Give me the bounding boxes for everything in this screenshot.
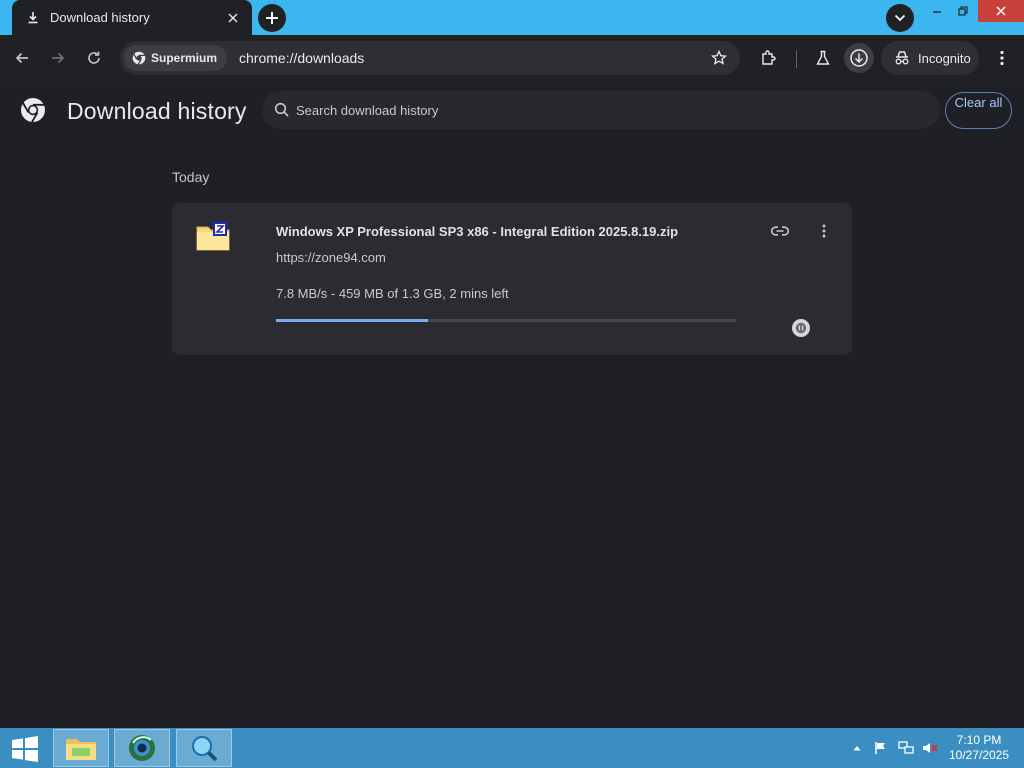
star-icon [711,50,727,65]
zip-file-icon [196,222,230,251]
clock-time: 7:10 PM [956,733,1002,747]
incognito-chip[interactable]: Incognito [881,41,979,75]
browser-toolbar: Supermium chrome://downloads Incognito [0,35,1024,81]
tab-title: Download history [50,10,150,25]
pause-icon [795,322,807,334]
download-control-button[interactable] [792,319,810,337]
folder-icon [66,739,96,760]
page-title: Download history [67,98,247,124]
search-icon [274,102,290,118]
download-file-name[interactable]: Windows XP Professional SP3 x86 - Integr… [276,224,678,239]
forward-button[interactable] [43,43,73,73]
tray-volume-muted[interactable] [920,738,940,758]
download-status: 7.8 MB/s - 459 MB of 1.3 GB, 2 mins left [276,286,509,301]
tray-action-center[interactable] [872,738,890,758]
extensions-button[interactable] [754,43,784,73]
browser-logo-icon [132,51,146,65]
close-icon [996,6,1006,16]
search-placeholder: Search download history [296,102,439,118]
site-chip-label: Supermium [151,51,218,65]
forward-arrow-icon [52,52,65,64]
reload-icon [88,51,100,64]
bookmark-star-button[interactable] [704,43,734,73]
download-more-button[interactable] [812,219,836,243]
download-circle-icon [850,49,868,67]
restore-icon [958,6,968,16]
site-info-chip[interactable]: Supermium [124,45,228,71]
speaker-muted-icon [923,743,938,753]
back-button[interactable] [7,43,37,73]
new-tab-button[interactable] [258,4,286,32]
title-bar: Download history [0,0,1024,35]
copy-link-button[interactable] [768,219,792,243]
download-progress-fill [276,319,428,322]
url-text[interactable]: chrome://downloads [239,50,704,66]
tab-close-button[interactable] [222,7,244,29]
clear-all-button[interactable]: Clear all [945,92,1012,129]
chevron-up-icon [853,746,861,751]
taskbar-file-explorer[interactable] [53,729,109,767]
address-bar[interactable]: Supermium chrome://downloads [120,41,740,75]
back-arrow-icon [15,52,28,64]
windows-start-icon[interactable] [10,736,40,762]
reload-button[interactable] [79,43,109,73]
incognito-label: Incognito [918,50,971,66]
tray-overflow-button[interactable] [850,738,864,758]
labs-button[interactable] [808,43,838,73]
taskbar-search-app[interactable] [176,729,232,767]
magnifier-icon [192,736,218,762]
flag-icon [875,742,885,754]
menu-button[interactable] [987,43,1017,73]
toolbar-divider [796,50,797,68]
tray-network[interactable] [896,738,916,758]
chrome-logo-icon [21,98,45,123]
kebab-menu-icon [1000,50,1004,66]
taskbar-browser[interactable] [114,729,170,767]
browser-globe-icon [129,735,155,761]
downloads-button[interactable] [844,43,874,73]
plus-icon [266,12,278,24]
date-section-label: Today [172,169,210,185]
search-input[interactable]: Search download history [262,91,940,129]
kebab-menu-icon [822,224,826,238]
tab-search-button[interactable] [886,4,914,32]
restore-button[interactable] [950,0,976,22]
puzzle-icon [762,50,776,65]
downloads-header: Download history Search download history… [0,81,1024,141]
link-icon [771,226,789,236]
taskbar-clock[interactable]: 7:10 PM 10/27/2025 [944,733,1014,763]
download-item: Windows XP Professional SP3 x86 - Integr… [172,203,852,355]
download-icon [26,11,40,25]
tab-download-history[interactable]: Download history [12,0,252,35]
minimize-icon [933,11,941,13]
minimize-button[interactable] [924,0,950,22]
network-icon [898,741,914,754]
taskbar: 7:10 PM 10/27/2025 [0,728,1024,768]
window-close-button[interactable] [978,0,1024,22]
incognito-icon [893,49,911,67]
clock-date: 10/27/2025 [948,748,1010,762]
close-icon [228,13,238,22]
flask-icon [816,50,830,65]
download-progress-bar [276,319,736,322]
download-source-url[interactable]: https://zone94.com [276,250,386,265]
chevron-down-icon [894,14,906,22]
